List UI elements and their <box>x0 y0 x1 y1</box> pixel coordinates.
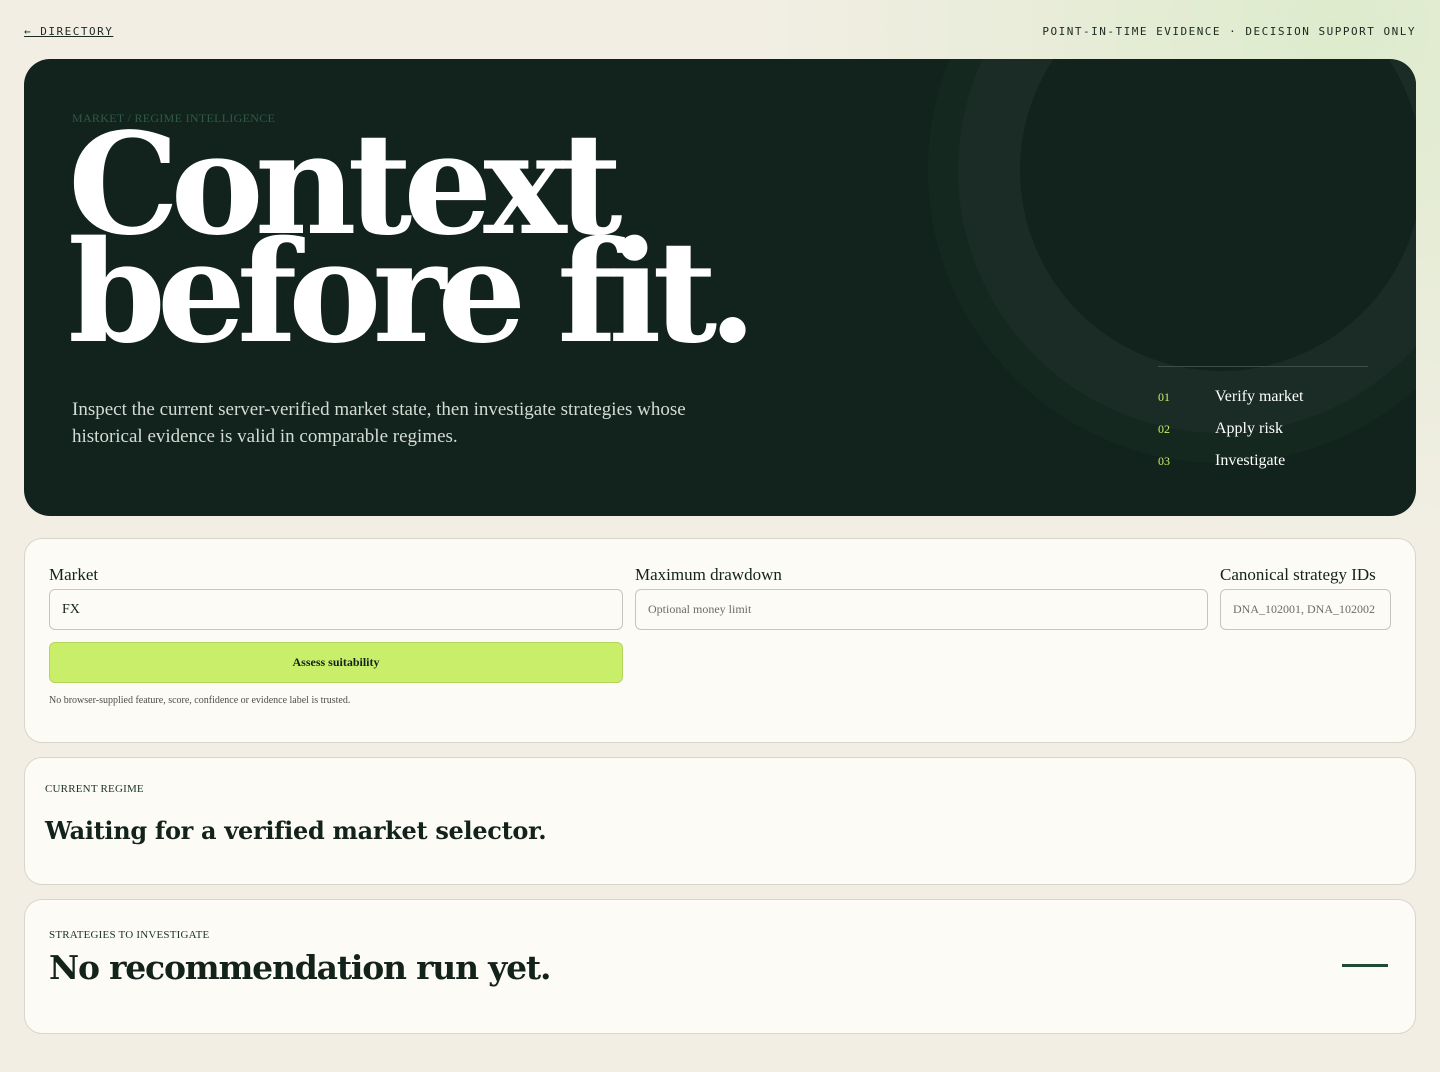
hero-title-line-2: before fit. <box>68 211 757 375</box>
step-number: 02 <box>1158 421 1170 436</box>
step-label: Investigate <box>1215 452 1286 469</box>
trust-note: No browser-supplied feature, score, conf… <box>49 695 351 706</box>
drawdown-label: Maximum drawdown <box>635 565 782 584</box>
drawdown-input[interactable]: Optional money limit <box>635 589 1208 630</box>
step-item: 03 Investigate <box>1158 445 1368 477</box>
current-regime-card: CURRENT REGIME Waiting for a verified ma… <box>24 757 1416 885</box>
strategy-ids-input[interactable]: DNA_102001, DNA_102002 <box>1220 589 1391 630</box>
step-label: Apply risk <box>1215 420 1283 437</box>
top-bar: ← DIRECTORY POINT-IN-TIME EVIDENCE · DEC… <box>24 24 1416 38</box>
strategy-ids-label: Canonical strategy IDs <box>1220 565 1376 584</box>
step-list: 01 Verify market 02 Apply risk 03 Invest… <box>1158 366 1368 477</box>
back-to-directory-link[interactable]: ← DIRECTORY <box>24 25 113 38</box>
strategies-status-title: No recommendation run yet. <box>49 948 551 987</box>
assess-suitability-button[interactable]: Assess suitability <box>49 642 623 683</box>
step-item: 02 Apply risk <box>1158 413 1368 445</box>
strategies-eyebrow: STRATEGIES TO INVESTIGATE <box>49 929 210 941</box>
strategies-card: STRATEGIES TO INVESTIGATE No recommendat… <box>24 899 1416 1034</box>
hero-subtitle: Inspect the current server-verified mark… <box>72 399 686 447</box>
market-input[interactable]: FX <box>49 589 623 630</box>
tagline: POINT-IN-TIME EVIDENCE · DECISION SUPPOR… <box>1042 24 1416 38</box>
dash-icon <box>1342 964 1388 967</box>
step-label: Verify market <box>1215 388 1304 405</box>
market-label: Market <box>49 565 99 584</box>
assessment-form: Market FX Maximum drawdown Optional mone… <box>24 538 1416 743</box>
step-item: 01 Verify market <box>1158 381 1368 413</box>
regime-eyebrow: CURRENT REGIME <box>45 783 144 795</box>
step-number: 03 <box>1158 453 1170 468</box>
hero-panel: MARKET / REGIME INTELLIGENCE Context bef… <box>24 59 1416 516</box>
step-number: 01 <box>1158 389 1170 404</box>
hero-title: Context before fit. <box>68 115 757 375</box>
regime-status-title: Waiting for a verified market selector. <box>45 816 547 845</box>
